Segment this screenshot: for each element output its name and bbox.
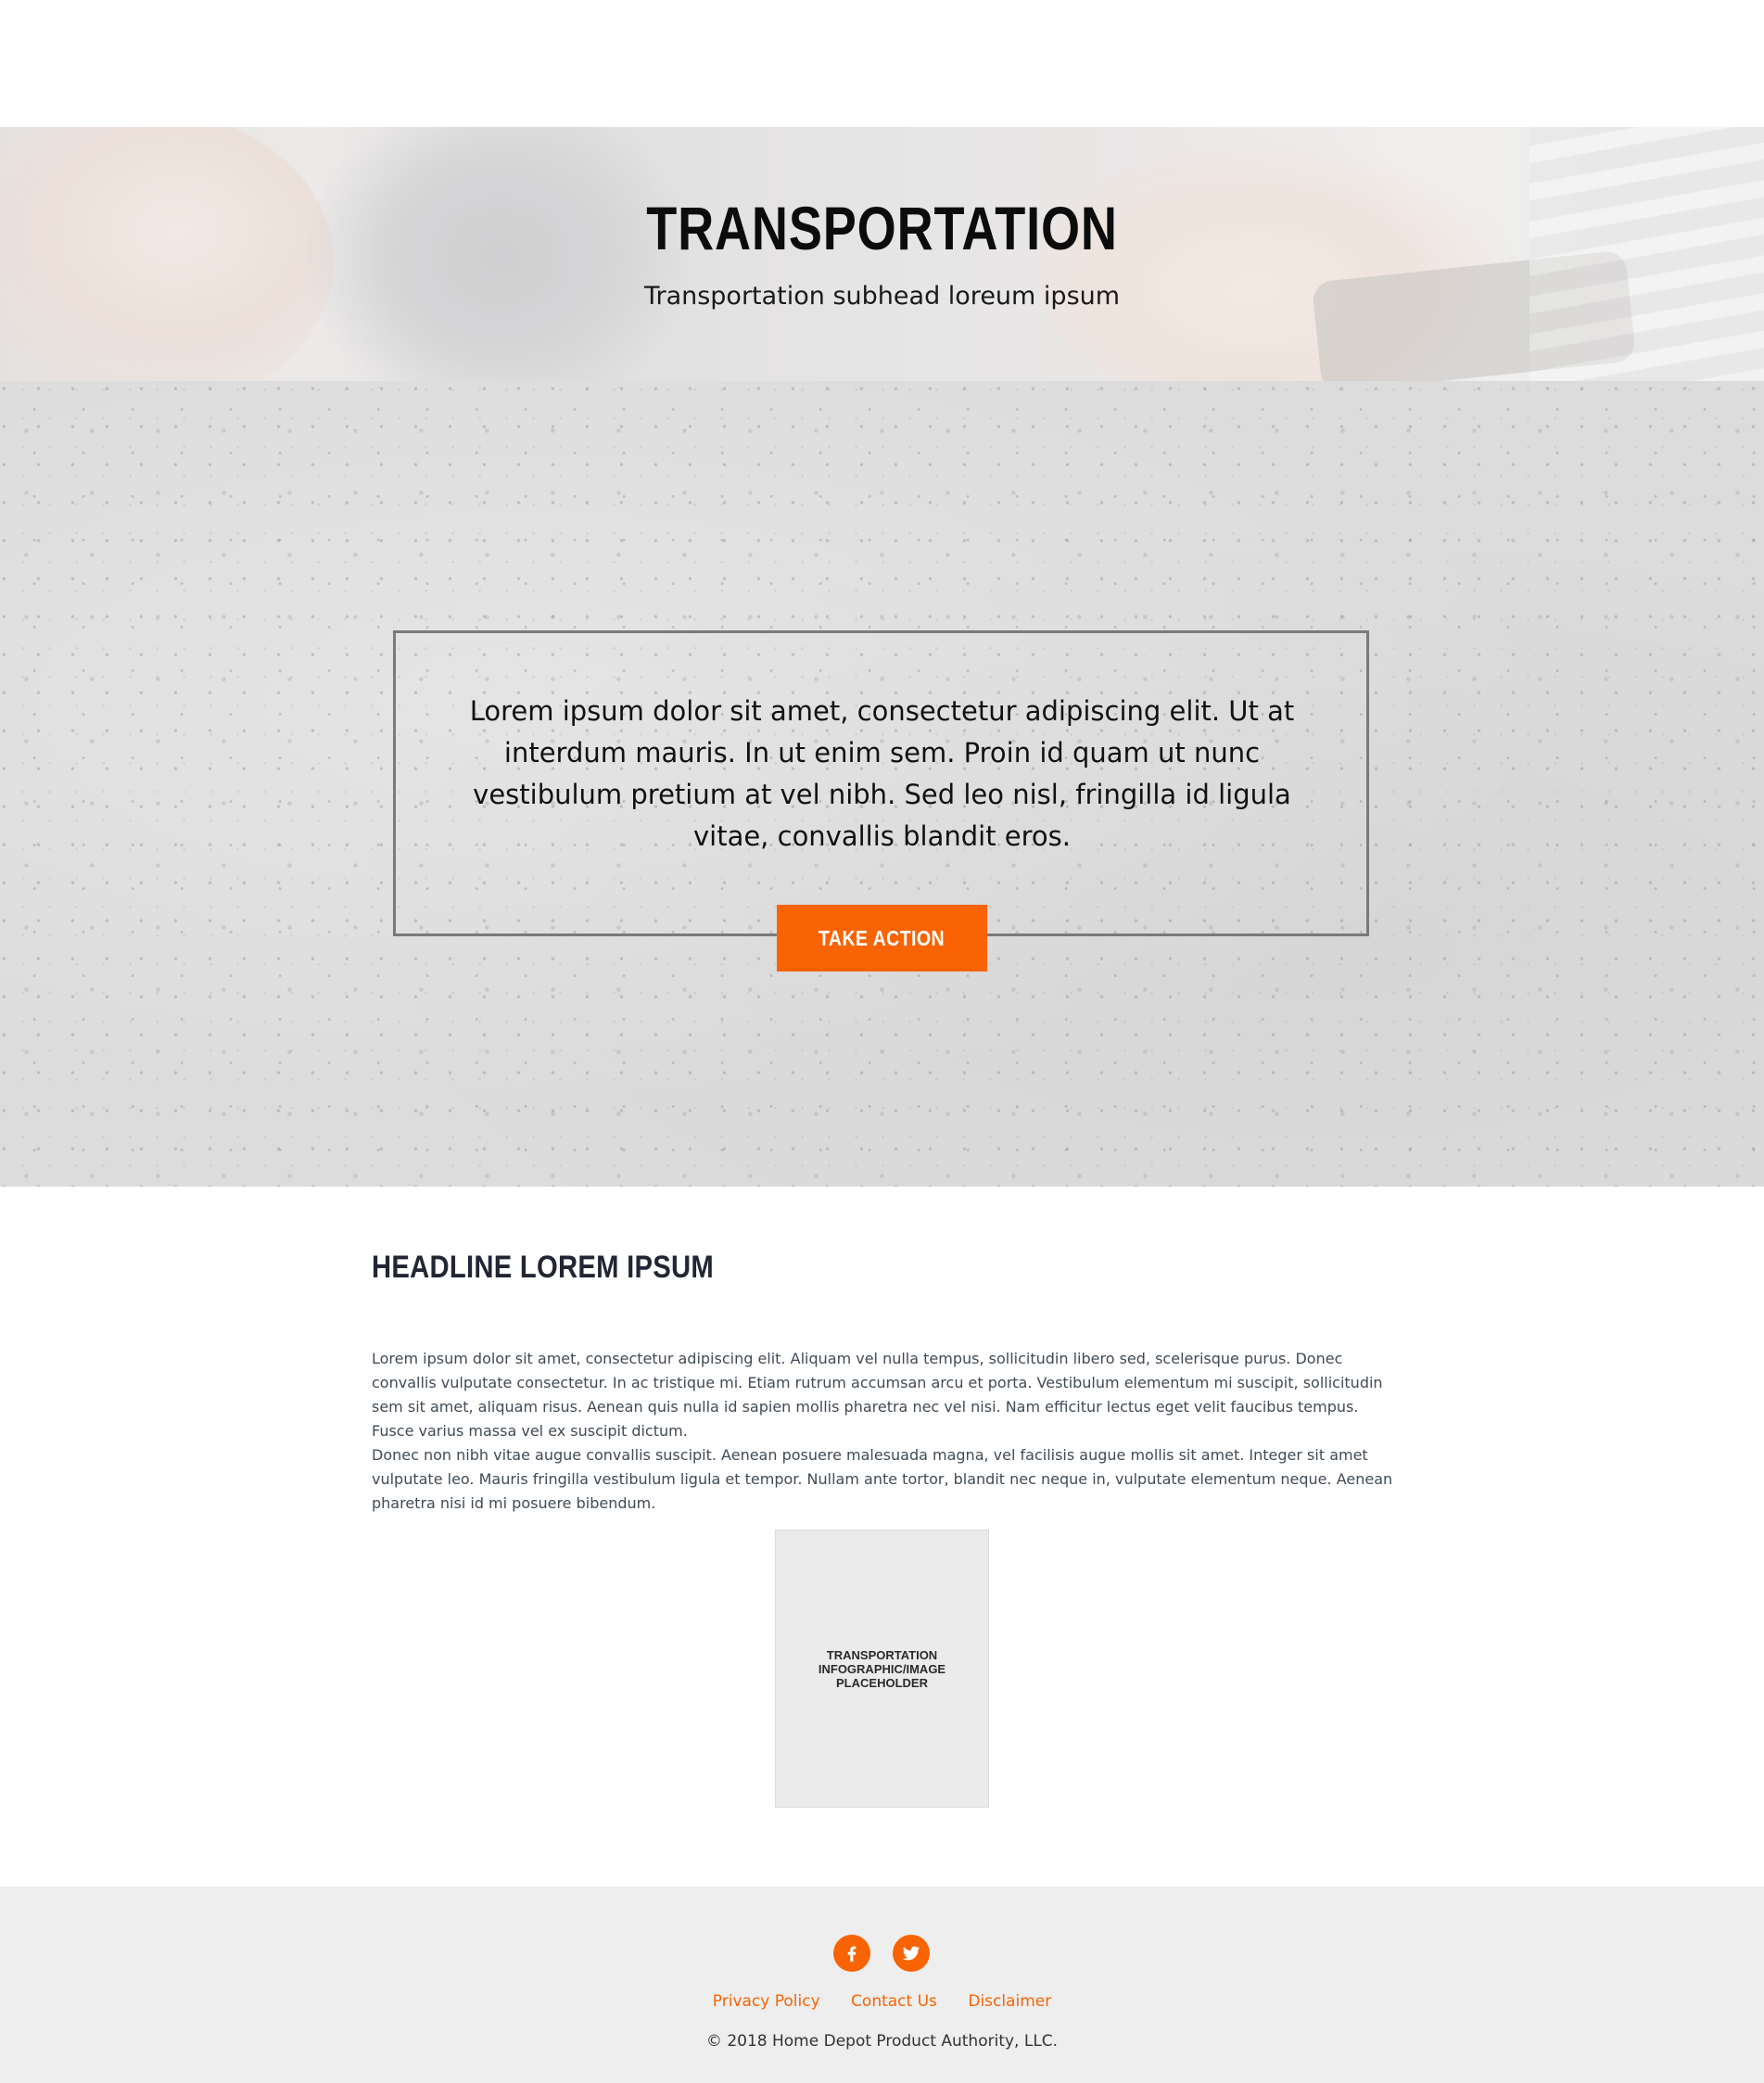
body-paragraph: Donec non nibh vitae augue convallis sus… xyxy=(372,1446,1393,1512)
twitter-icon xyxy=(902,1946,920,1961)
placeholder-label: TRANSPORTATION INFOGRAPHIC/IMAGE PLACEHO… xyxy=(818,1647,946,1690)
page-title: TRANSPORTATION xyxy=(646,194,1118,262)
copyright: © 2018 Home Depot Product Authority, LLC… xyxy=(705,2032,1059,2051)
disclaimer-link[interactable]: Disclaimer xyxy=(968,1992,1051,2011)
callout-text: Lorem ipsum dolor sit amet, consectetur … xyxy=(469,695,1295,852)
take-action-button[interactable]: TAKE ACTION xyxy=(777,905,987,972)
twitter-link[interactable] xyxy=(893,1935,930,1972)
contact-us-link[interactable]: Contact Us xyxy=(851,1992,937,2011)
page-subtitle: Transportation subhead loreum ipsum xyxy=(643,282,1121,311)
footer xyxy=(0,1886,1764,2083)
infographic-placeholder: TRANSPORTATION INFOGRAPHIC/IMAGE PLACEHO… xyxy=(775,1530,989,1808)
facebook-link[interactable] xyxy=(833,1935,870,1972)
body-paragraph: Lorem ipsum dolor sit amet, consectetur … xyxy=(372,1350,1383,1440)
privacy-policy-link[interactable]: Privacy Policy xyxy=(713,1992,820,2011)
content-body: Lorem ipsum dolor sit amet, consectetur … xyxy=(372,1347,1393,1516)
content-headline: HEADLINE LOREM IPSUM xyxy=(372,1250,715,1285)
take-action-label: TAKE ACTION xyxy=(819,925,945,950)
footer-nav: Privacy Policy Contact Us Disclaimer xyxy=(0,1992,1764,2011)
top-bar xyxy=(0,0,1764,127)
facebook-icon xyxy=(847,1946,857,1962)
